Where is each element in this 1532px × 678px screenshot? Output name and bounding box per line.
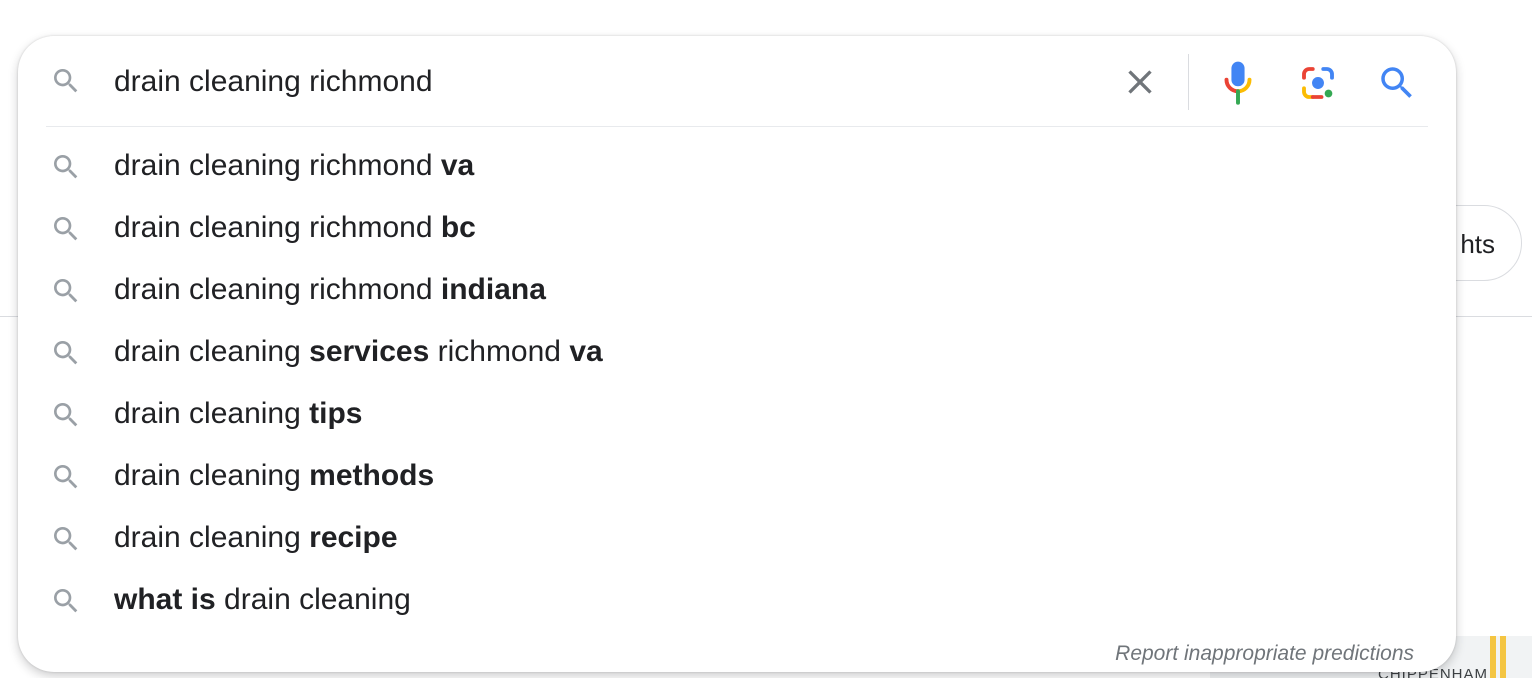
suggestion-highlight: what is — [114, 583, 216, 616]
search-autocomplete-panel: drain cleaning richmond vadrain cleaning… — [18, 36, 1456, 672]
suggestion-fragment: drain cleaning — [114, 521, 310, 554]
search-icon — [54, 589, 78, 613]
suggestion-item[interactable]: drain cleaning richmond indiana — [18, 260, 1456, 322]
search-icon — [54, 279, 78, 303]
suggestion-text: drain cleaning richmond indiana — [114, 273, 546, 307]
search-icon — [54, 465, 78, 489]
microphone-icon[interactable] — [1218, 60, 1258, 106]
suggestion-item[interactable]: drain cleaning services richmond va — [18, 322, 1456, 384]
suggestion-fragment: drain cleaning — [114, 397, 310, 430]
suggestion-fragment: richmond — [429, 335, 570, 368]
camera-lens-icon[interactable] — [1297, 62, 1339, 104]
suggestion-list: drain cleaning richmond va drain cleaning… — [18, 136, 1456, 632]
filter-chip-label: hts — [1460, 229, 1495, 259]
divider — [1188, 54, 1189, 110]
suggestion-text: what is drain cleaning — [114, 583, 411, 617]
search-row-divider — [46, 126, 1428, 127]
suggestion-fragment: drain cleaning — [215, 583, 411, 616]
suggestion-highlight: methods — [309, 459, 435, 492]
suggestion-highlight: tips — [309, 397, 363, 430]
search-submit-icon[interactable] — [1376, 62, 1418, 104]
suggestion-item[interactable]: drain cleaning methods — [18, 446, 1456, 508]
suggestion-highlight: recipe — [309, 521, 398, 554]
suggestion-text: drain cleaning services richmond va — [114, 335, 603, 369]
report-predictions-link[interactable]: Report inappropriate predictions — [1115, 642, 1414, 666]
search-icon — [54, 155, 78, 179]
suggestion-highlight: va — [440, 149, 475, 182]
suggestion-text: drain cleaning methods — [114, 459, 434, 493]
suggestion-fragment: drain cleaning richmond — [114, 149, 441, 182]
search-icon — [54, 341, 78, 365]
suggestion-item[interactable]: what is drain cleaning — [18, 570, 1456, 632]
suggestion-highlight: bc — [440, 211, 476, 244]
suggestion-item[interactable]: drain cleaning recipe — [18, 508, 1456, 570]
suggestion-fragment: drain cleaning richmond — [114, 273, 441, 306]
suggestion-text: drain cleaning richmond va — [114, 149, 474, 183]
suggestion-item[interactable]: drain cleaning richmond va — [18, 136, 1456, 198]
suggestion-text: drain cleaning recipe — [114, 521, 398, 555]
search-bar — [18, 36, 1456, 128]
suggestion-fragment: drain cleaning richmond — [114, 211, 441, 244]
search-icon — [54, 527, 78, 551]
suggestion-text: drain cleaning tips — [114, 397, 362, 431]
suggestion-highlight: indiana — [440, 273, 546, 306]
search-icon — [54, 217, 78, 241]
suggestion-highlight: va — [569, 335, 603, 368]
suggestion-highlight: services — [309, 335, 430, 368]
search-icon — [54, 69, 78, 93]
suggestion-fragment: drain cleaning — [114, 335, 310, 368]
suggestion-fragment: drain cleaning — [114, 459, 310, 492]
search-icon — [54, 403, 78, 427]
close-icon[interactable] — [1120, 62, 1160, 102]
search-input[interactable] — [114, 62, 1094, 102]
suggestion-item[interactable]: drain cleaning tips — [18, 384, 1456, 446]
suggestion-text: drain cleaning richmond bc — [114, 211, 476, 245]
suggestion-item[interactable]: drain cleaning richmond bc — [18, 198, 1456, 260]
